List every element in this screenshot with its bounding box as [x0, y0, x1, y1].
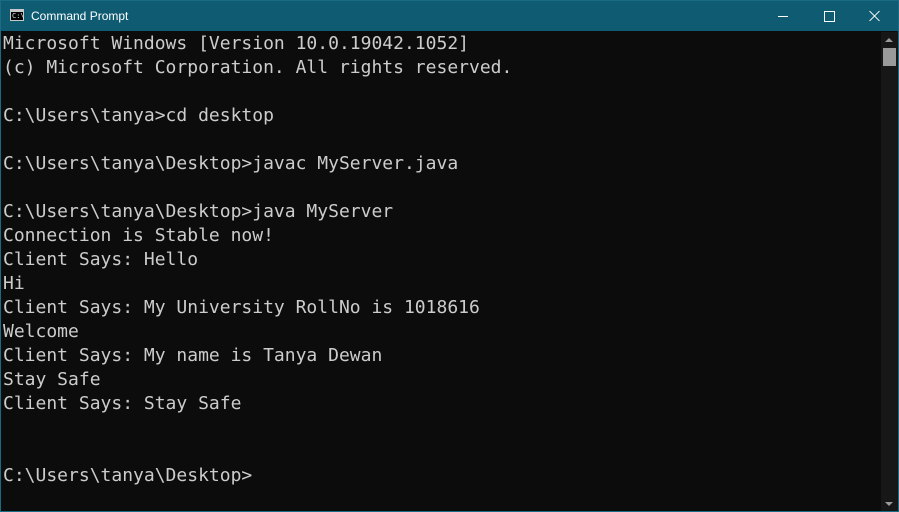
console-line: Client Says: My University RollNo is 101… — [3, 297, 480, 318]
console-line: Welcome — [3, 321, 79, 342]
vertical-scrollbar[interactable] — [881, 32, 898, 511]
close-button[interactable] — [852, 1, 898, 31]
console-line: Stay Safe — [3, 369, 101, 390]
scroll-up-arrow-icon[interactable] — [885, 38, 893, 42]
title-bar[interactable]: C:\ Command Prompt — [1, 1, 898, 31]
console-line: C:\Users\tanya>cd desktop — [3, 105, 274, 126]
console-line: Client Says: Stay Safe — [3, 393, 242, 414]
window-title: Command Prompt — [31, 9, 129, 23]
console-line: C:\Users\tanya\Desktop> — [3, 465, 253, 486]
console-line: Client Says: Hello — [3, 249, 199, 270]
maximize-icon — [823, 10, 835, 22]
minimize-icon — [778, 15, 788, 17]
console-line: Microsoft Windows [Version 10.0.19042.10… — [3, 33, 469, 54]
console-line: (c) Microsoft Corporation. All rights re… — [3, 57, 513, 78]
close-icon — [869, 10, 881, 22]
console-line: C:\Users\tanya\Desktop>java MyServer — [3, 201, 394, 222]
command-prompt-window: C:\ Command Prompt Microsoft Windows [Ve… — [0, 0, 899, 512]
console-line: C:\Users\tanya\Desktop>javac MyServer.ja… — [3, 153, 459, 174]
scroll-down-arrow-icon[interactable] — [885, 502, 893, 506]
console-icon[interactable]: C:\ — [10, 9, 25, 21]
console-line: Connection is Stable now! — [3, 225, 274, 246]
minimize-button[interactable] — [760, 1, 806, 31]
scrollbar-thumb[interactable] — [883, 48, 896, 66]
maximize-button[interactable] — [806, 1, 852, 31]
console-output[interactable]: Microsoft Windows [Version 10.0.19042.10… — [3, 32, 877, 510]
console-line: Client Says: My name is Tanya Dewan — [3, 345, 383, 366]
console-line: Hi — [3, 273, 25, 294]
